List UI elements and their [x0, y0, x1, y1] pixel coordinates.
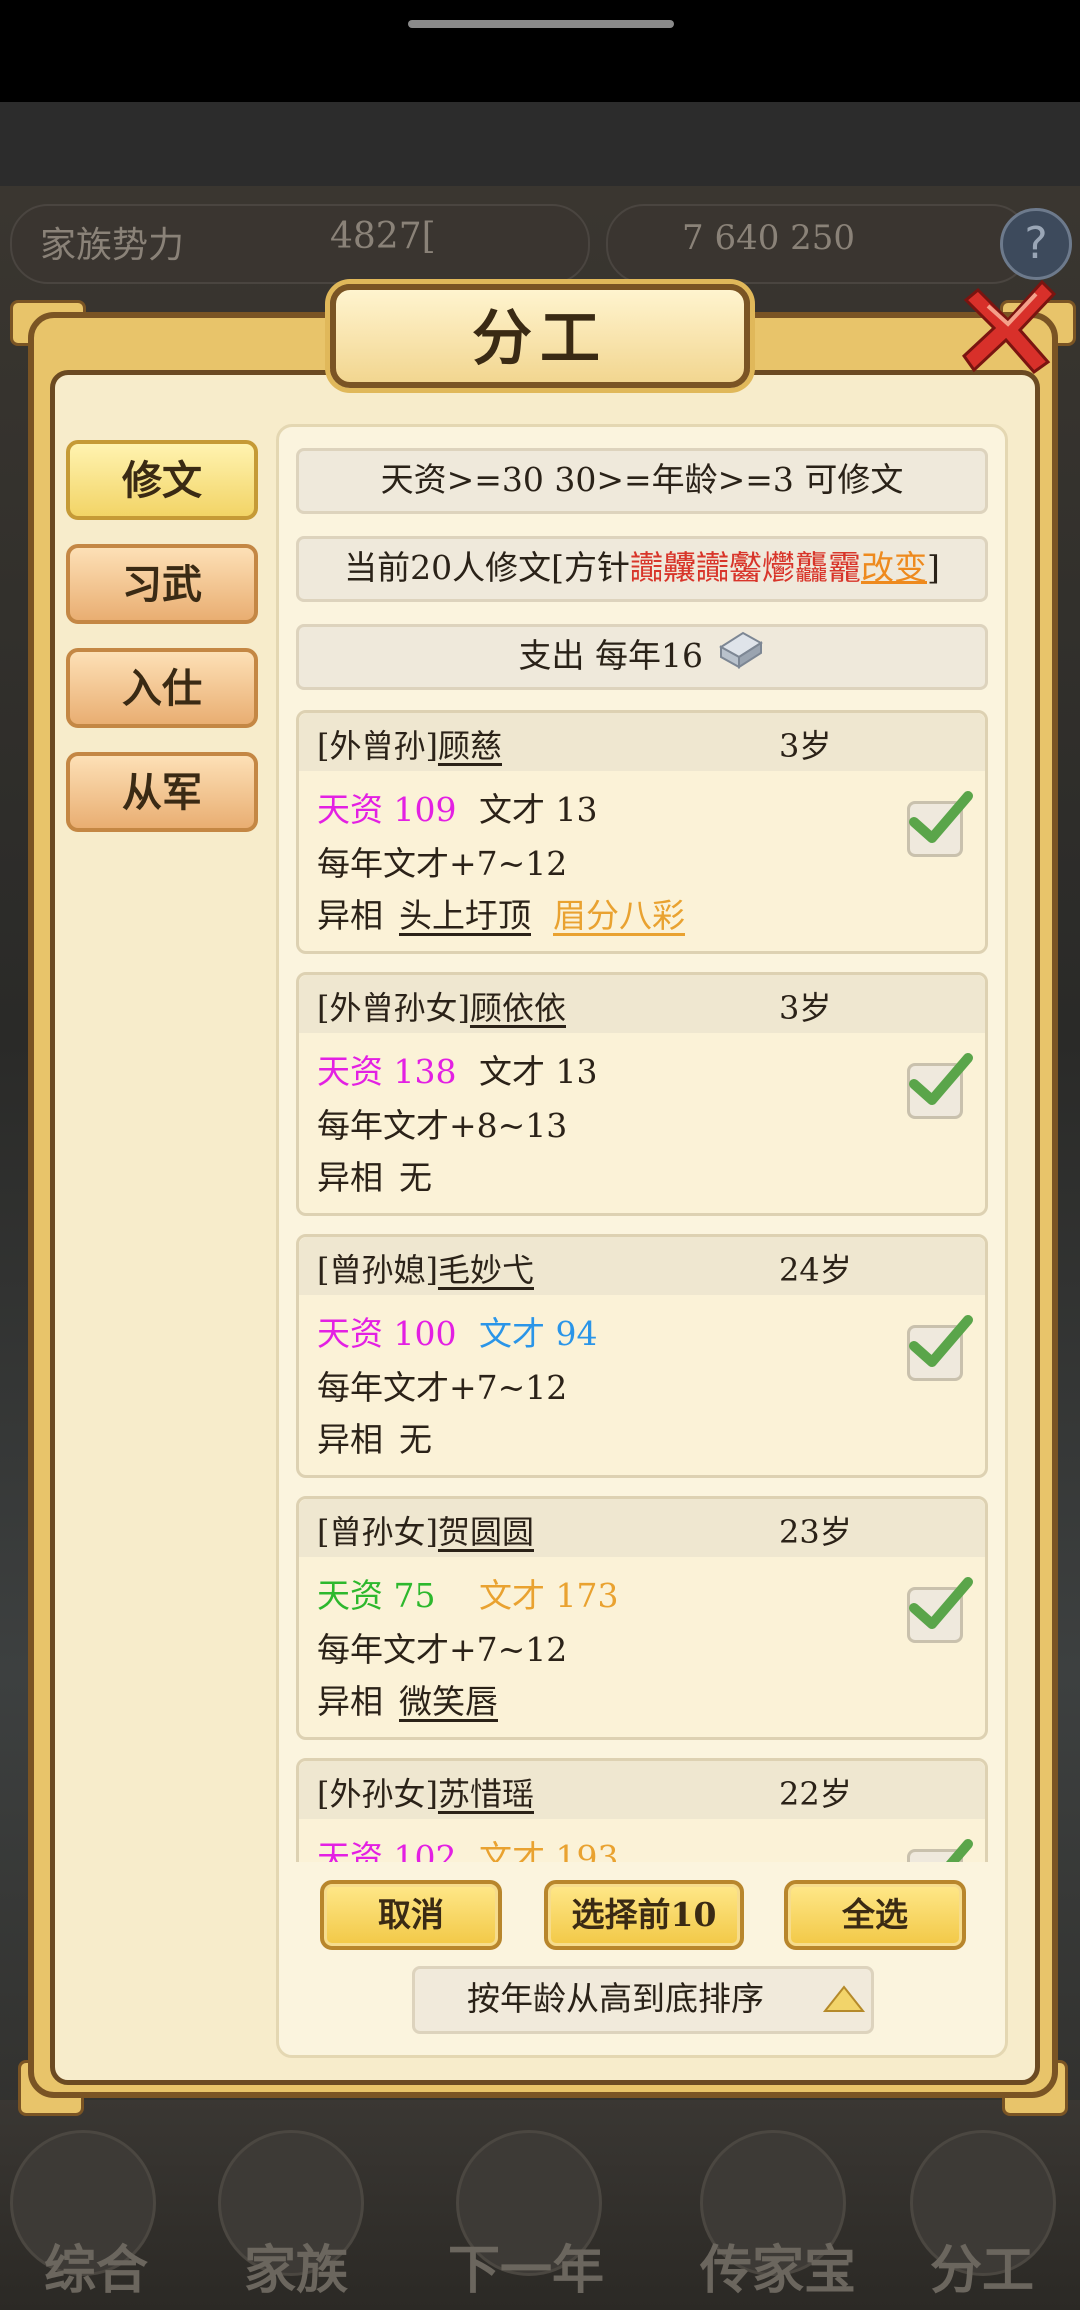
member-age: 3岁 — [779, 727, 832, 765]
member-literacy: 文才 94 — [479, 1314, 598, 1353]
member-name[interactable]: 贺圆圆 — [438, 1513, 534, 1551]
member-trait-label: 异相 — [317, 1158, 383, 1197]
member-talent: 天资 100 — [317, 1314, 457, 1353]
help-button[interactable]: ? — [1000, 208, 1072, 280]
close-button[interactable] — [958, 276, 1058, 376]
member-age: 22岁 — [779, 1775, 852, 1813]
checkmark-icon — [909, 1315, 973, 1367]
tab-official[interactable]: 入仕 — [66, 648, 258, 728]
close-icon — [962, 279, 1057, 375]
member-literacy: 文才 13 — [479, 1052, 598, 1091]
member-card[interactable]: [曾孙媳]毛妙弋 24岁 天资 100 文才 94 每年文才+7~12 异相 无 — [296, 1234, 988, 1478]
member-trait-label: 异相 — [317, 1420, 383, 1459]
member-age: 24岁 — [779, 1251, 852, 1289]
member-name[interactable]: 顾依依 — [470, 989, 566, 1027]
tab-study[interactable]: 修文 — [66, 440, 258, 520]
current-count: 当前20人修文[方针 — [344, 548, 630, 587]
silver-ingot-icon — [713, 627, 765, 689]
member-yearly-gain: 每年文才+7~12 — [317, 1630, 568, 1669]
tab-martial[interactable]: 习武 — [66, 544, 258, 624]
clan-power-label: 家族势力 — [40, 225, 185, 266]
expense-box: 支出 每年16 — [296, 624, 988, 690]
member-relation: [曾孙女] — [317, 1513, 438, 1551]
gesture-pill — [408, 20, 674, 28]
status-bar — [0, 0, 1080, 102]
member-age: 23岁 — [779, 1513, 852, 1551]
cancel-button[interactable]: 取消 — [320, 1880, 502, 1950]
member-trait-label: 异相 — [317, 1682, 383, 1721]
nav-label-next-year[interactable]: 下一年 — [448, 2228, 604, 2303]
member-checkbox[interactable] — [907, 1577, 973, 1643]
member-name[interactable]: 顾慈 — [438, 727, 502, 765]
member-yearly-gain: 每年文才+8~13 — [317, 1106, 568, 1145]
checkmark-icon — [909, 1053, 973, 1105]
member-trait[interactable]: 头上圩顶 — [399, 889, 531, 937]
member-yearly-gain: 每年文才+7~12 — [317, 844, 568, 883]
member-trait: 无 — [399, 1158, 432, 1197]
requirement-rule: 天资>=30 30>=年龄>=3 可修文 — [296, 448, 988, 514]
member-relation: [外曾孙] — [317, 727, 438, 765]
member-trait-secondary[interactable]: 眉分八彩 — [553, 889, 685, 937]
member-identity: [外曾孙女]顾依依 — [317, 983, 566, 1029]
member-name[interactable]: 苏惜瑶 — [438, 1775, 534, 1813]
member-name[interactable]: 毛妙弋 — [438, 1251, 534, 1289]
nav-label-division[interactable]: 分工 — [930, 2228, 1034, 2303]
current-policy: 当前20人修文[方针讟齉讟齾爩龘龗改变] — [296, 536, 988, 602]
sort-dropdown[interactable]: 按年龄从高到底排序 — [412, 1966, 874, 2034]
nav-label-heirloom[interactable]: 传家宝 — [700, 2228, 856, 2303]
member-trait[interactable]: 微笑唇 — [399, 1675, 498, 1723]
nav-label-family[interactable]: 家族 — [244, 2228, 348, 2303]
clan-power-value: 4827[ — [330, 216, 436, 257]
expense-label: 支出 每年16 — [518, 636, 703, 675]
change-policy-link[interactable]: 改变 — [861, 548, 927, 587]
member-yearly-gain: 每年文才+7~12 — [317, 1368, 568, 1407]
member-talent: 天资 75 — [317, 1576, 436, 1615]
member-identity: [曾孙媳]毛妙弋 — [317, 1245, 534, 1291]
tab-military[interactable]: 从军 — [66, 752, 258, 832]
member-literacy: 文才 13 — [479, 790, 598, 829]
triangle-up-icon[interactable] — [822, 1984, 866, 2018]
member-relation: [曾孙媳] — [317, 1251, 438, 1289]
member-literacy: 文才 193 — [479, 1838, 619, 1862]
dialog-title: 分工 — [472, 304, 608, 374]
member-identity: [曾孙女]贺圆圆 — [317, 1507, 534, 1553]
member-literacy: 文才 173 — [479, 1576, 619, 1615]
member-talent: 天资 138 — [317, 1052, 457, 1091]
member-talent: 天资 109 — [317, 790, 457, 829]
member-checkbox[interactable] — [907, 1053, 973, 1119]
policy-name: 讟齉讟齾爩龘龗 — [630, 548, 861, 587]
checkmark-icon — [909, 791, 973, 843]
member-trait-label: 异相 — [317, 896, 383, 935]
select-top10-button[interactable]: 选择前10 — [544, 1880, 744, 1950]
member-card[interactable]: [曾孙女]贺圆圆 23岁 天资 75 文才 173 每年文才+7~12 异相 微… — [296, 1496, 988, 1740]
member-identity: [外曾孙]顾慈 — [317, 721, 502, 767]
member-card[interactable]: [外曾孙]顾慈 3岁 天资 109 文才 13 每年文才+7~12 异相 头上圩… — [296, 710, 988, 954]
member-checkbox[interactable] — [907, 1315, 973, 1381]
member-identity: [外孙女]苏惜瑶 — [317, 1769, 534, 1815]
checkmark-icon — [909, 1577, 973, 1629]
member-card[interactable]: [外曾孙女]顾依依 3岁 天资 138 文才 13 每年文才+8~13 异相 无 — [296, 972, 988, 1216]
resource-values: 7 640 250 — [682, 218, 856, 258]
member-relation: [外曾孙女] — [317, 989, 470, 1027]
member-trait: 无 — [399, 1420, 432, 1459]
nav-label-general[interactable]: 综合 — [44, 2228, 148, 2303]
checkmark-icon — [945, 1839, 973, 1862]
member-card[interactable]: [外孙女]苏惜瑶 22岁 天资 102 文才 193 — [296, 1758, 988, 1862]
policy-bracket: ] — [927, 548, 940, 587]
app-top-strip — [0, 102, 1080, 186]
member-age: 3岁 — [779, 989, 832, 1027]
member-list[interactable]: [外曾孙]顾慈 3岁 天资 109 文才 13 每年文才+7~12 异相 头上圩… — [294, 710, 992, 1862]
select-all-button[interactable]: 全选 — [784, 1880, 966, 1950]
member-checkbox[interactable] — [907, 1839, 973, 1862]
member-talent: 天资 102 — [317, 1838, 457, 1862]
member-relation: [外孙女] — [317, 1775, 438, 1813]
member-checkbox[interactable] — [907, 791, 973, 857]
